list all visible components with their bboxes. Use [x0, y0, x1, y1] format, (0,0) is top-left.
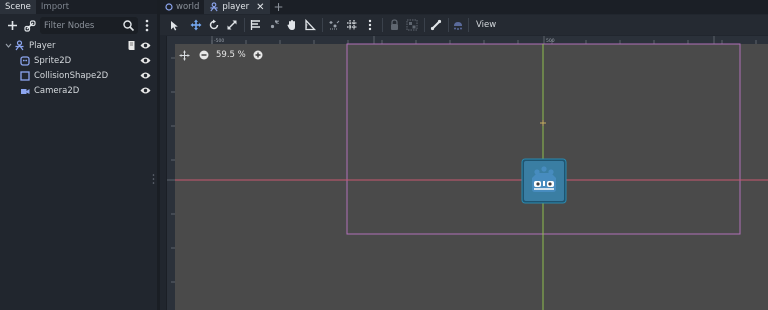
scene-dock: Scene Import Player Sprite2D Collisio — [0, 0, 157, 310]
collision-shape-icon — [20, 70, 30, 81]
more-options-icon[interactable] — [362, 17, 378, 33]
canvas-viewport[interactable]: -500 500 59.5 % — [166, 36, 768, 310]
view-menu[interactable]: View — [472, 18, 500, 32]
toolbar-divider — [448, 18, 449, 32]
filter-nodes-input[interactable] — [44, 17, 122, 34]
skeleton-bone-icon[interactable] — [428, 17, 444, 33]
tab-import[interactable]: Import — [36, 0, 74, 14]
tree-item-label: Camera2D — [34, 85, 80, 96]
rotate-mode-icon[interactable] — [206, 17, 222, 33]
character-body-icon — [15, 40, 24, 51]
close-icon[interactable]: ✕ — [256, 2, 264, 13]
scene-tree: Player Sprite2D CollisionShape2D Camera2… — [0, 38, 157, 98]
tab-label: world — [176, 2, 200, 12]
zoom-controls: 59.5 % — [179, 48, 263, 62]
zoom-in-icon[interactable] — [253, 50, 263, 60]
list-selection-icon[interactable] — [248, 17, 264, 33]
scale-mode-icon[interactable] — [224, 17, 240, 33]
pan-hand-icon[interactable] — [284, 17, 300, 33]
godot-logo-icon — [521, 158, 567, 204]
center-view-icon[interactable] — [179, 50, 190, 61]
script-icon[interactable] — [127, 40, 136, 51]
add-tab-icon[interactable]: + — [270, 0, 288, 14]
ruler-label: -500 — [214, 38, 224, 44]
drag-handle-icon[interactable] — [152, 172, 155, 186]
toolbar-divider — [244, 18, 245, 32]
particles-icon[interactable] — [450, 17, 466, 33]
visibility-eye-icon[interactable] — [140, 86, 151, 95]
zoom-out-icon[interactable] — [199, 50, 209, 60]
move-mode-icon[interactable] — [188, 17, 204, 33]
lock-icon[interactable] — [386, 17, 402, 33]
pivot-icon[interactable] — [266, 17, 282, 33]
tab-player[interactable]: player ✕ — [204, 0, 270, 14]
select-mode-icon[interactable] — [166, 17, 182, 33]
tab-scene[interactable]: Scene — [0, 0, 36, 14]
chevron-down-icon[interactable] — [5, 42, 12, 49]
visibility-eye-icon[interactable] — [140, 56, 151, 65]
visibility-eye-icon[interactable] — [140, 41, 151, 50]
scene-tab-bar: world player ✕ + — [160, 0, 768, 14]
filter-nodes-field[interactable] — [40, 17, 138, 34]
toolbar-divider — [382, 18, 383, 32]
scene-circle-icon — [165, 3, 173, 11]
smart-snap-icon[interactable] — [326, 17, 342, 33]
tree-item-sprite2d[interactable]: Sprite2D — [0, 53, 157, 68]
more-options-icon[interactable] — [141, 17, 153, 34]
ruler-icon[interactable] — [302, 17, 318, 33]
group-icon[interactable] — [404, 17, 420, 33]
camera-icon — [21, 88, 30, 94]
tree-item-label: Sprite2D — [34, 55, 72, 66]
tree-item-camera2d[interactable]: Camera2D — [0, 83, 157, 98]
editor-main: world player ✕ + View -500 500 59.5 % — [160, 0, 768, 310]
viewport-canvas: -500 500 — [167, 36, 768, 310]
tree-item-label: CollisionShape2D — [34, 70, 109, 81]
zoom-level-label[interactable]: 59.5 % — [216, 50, 246, 60]
instance-scene-icon[interactable] — [21, 17, 39, 35]
search-icon — [123, 20, 135, 32]
toolbar-divider — [424, 18, 425, 32]
add-node-icon[interactable] — [3, 17, 21, 35]
toolbar-divider — [468, 18, 469, 32]
dock-tab-bar: Scene Import — [0, 0, 157, 14]
visibility-eye-icon[interactable] — [140, 71, 151, 80]
canvas-toolbar: View — [160, 15, 768, 35]
tab-label: player — [222, 2, 250, 12]
sprite-icon — [20, 55, 30, 66]
tab-world[interactable]: world — [160, 0, 204, 14]
grid-snap-icon[interactable] — [344, 17, 360, 33]
tree-item-player[interactable]: Player — [0, 38, 157, 53]
tree-item-label: Player — [29, 40, 56, 51]
character-body-icon — [210, 2, 219, 12]
tree-item-collisionshape2d[interactable]: CollisionShape2D — [0, 68, 157, 83]
toolbar-divider — [322, 18, 323, 32]
ruler-label: 500 — [546, 38, 555, 44]
